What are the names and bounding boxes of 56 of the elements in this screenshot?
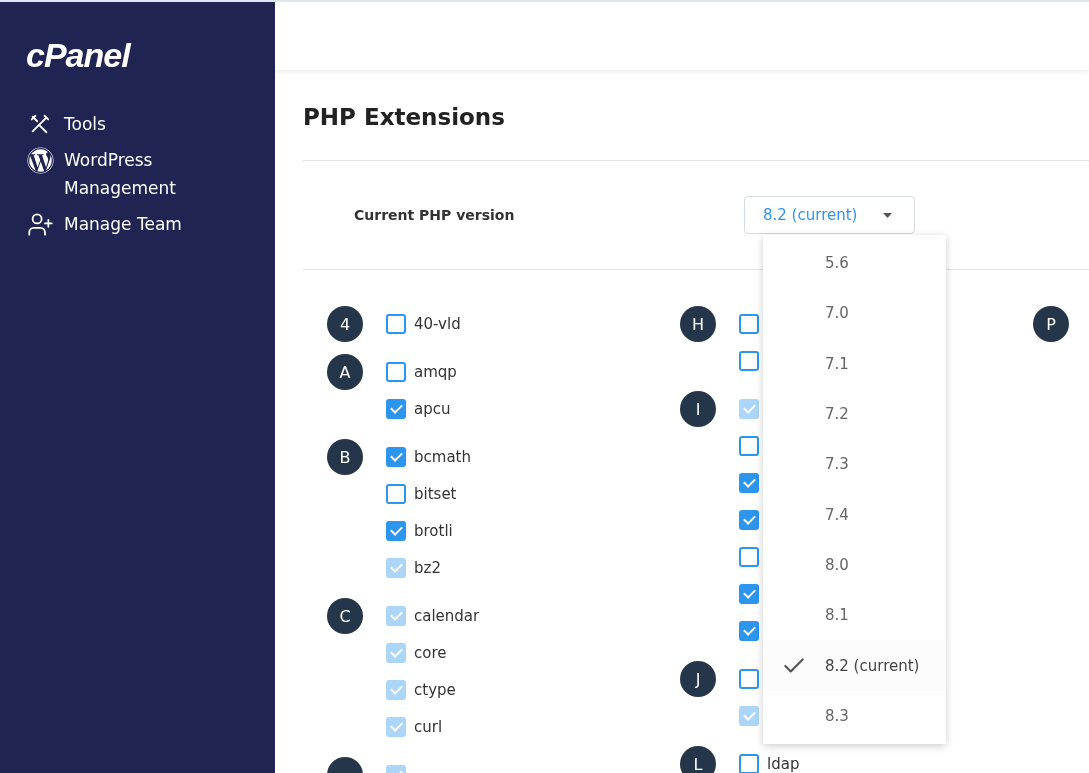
extension-checkbox[interactable] (386, 361, 406, 382)
extension-label: ldap (767, 754, 800, 773)
extension-checkbox[interactable] (739, 546, 759, 567)
extension-checkbox[interactable] (386, 520, 406, 541)
wordpress-icon (26, 146, 54, 174)
version-option[interactable]: 8.0 (763, 539, 946, 591)
letter-badge: A (327, 354, 363, 390)
version-option[interactable]: 7.0 (763, 288, 946, 339)
letter-badge: H (680, 306, 716, 342)
extension-checkbox[interactable] (739, 435, 759, 456)
extension-checkbox[interactable] (386, 313, 406, 334)
extension-label: brotli (414, 521, 453, 540)
sidebar-item[interactable]: Tools (26, 110, 226, 138)
extension-label: apcu (414, 399, 451, 418)
extension-checkbox[interactable] (386, 446, 406, 467)
extension-checkbox[interactable] (739, 313, 759, 334)
version-select[interactable]: 8.2 (current) (744, 196, 915, 234)
extension-label: core (414, 643, 447, 662)
extension-checkbox[interactable] (739, 350, 759, 371)
extension-checkbox[interactable] (739, 668, 759, 689)
version-option[interactable]: 7.1 (763, 338, 946, 389)
letter-badge: C (327, 598, 363, 634)
sidebar-item[interactable]: Manage Team (26, 210, 226, 238)
extension-label: ctype (414, 680, 456, 699)
extension-checkbox[interactable] (739, 620, 759, 641)
extension-checkbox[interactable] (739, 472, 759, 493)
extension-label: bcmath (414, 447, 471, 466)
version-option[interactable]: 7.4 (763, 489, 946, 540)
letter-badge: J (680, 661, 716, 697)
sidebar-item[interactable]: WordPress Management (26, 146, 226, 202)
version-option[interactable]: 8.3 (763, 690, 946, 741)
letter-badge: L (680, 746, 716, 773)
letter-badge: P (1033, 306, 1069, 342)
version-option[interactable]: 7.2 (763, 388, 946, 440)
version-option[interactable]: 8.2 (current) (763, 640, 946, 691)
extension-checkbox[interactable] (739, 753, 759, 773)
page-title: PHP Extensions (303, 70, 1089, 161)
extension-label: 40-vld (414, 314, 461, 333)
letter-badge: B (327, 439, 363, 475)
extension-label: bitset (414, 484, 457, 503)
extension-label: curl (414, 717, 443, 736)
version-option[interactable]: 8.1 (763, 590, 946, 641)
cpanel-logo: cPanel (26, 38, 132, 72)
extension-checkbox[interactable] (739, 509, 759, 530)
caret-icon (883, 212, 892, 218)
extension-checkbox[interactable] (739, 583, 759, 604)
extension-checkbox[interactable] (386, 398, 406, 419)
letter-badge: I (680, 391, 716, 427)
version-label: Current PHP version (354, 207, 516, 223)
extension-label: calendar (414, 606, 480, 625)
extension-checkbox[interactable] (386, 483, 406, 504)
version-option[interactable]: 5.6 (763, 238, 946, 289)
letter-badge: 4 (327, 306, 363, 342)
extension-label: amqp (414, 362, 457, 381)
extension-label: bz2 (414, 558, 441, 577)
version-option[interactable]: 7.3 (763, 439, 946, 490)
